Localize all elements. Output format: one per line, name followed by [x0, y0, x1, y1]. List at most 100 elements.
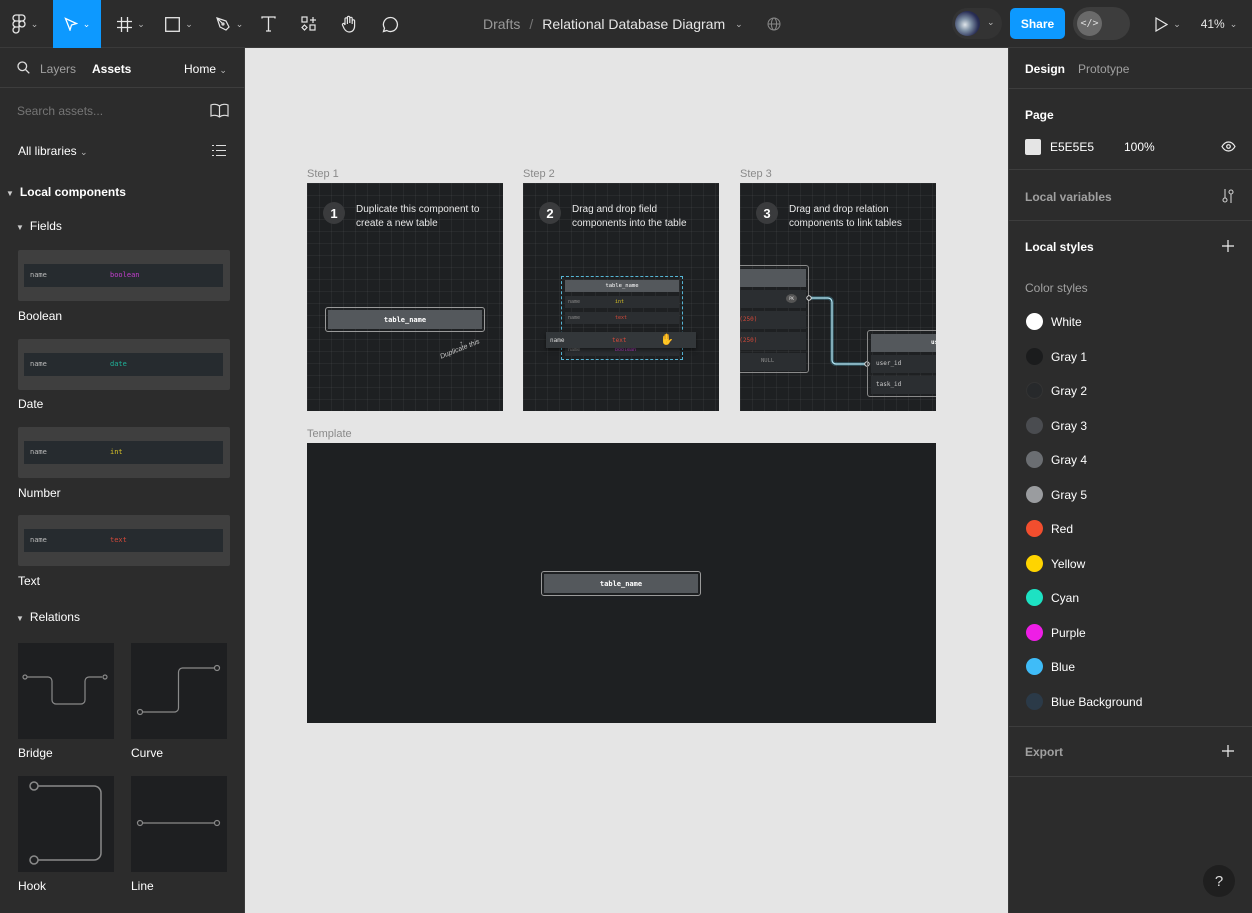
share-button[interactable]: Share — [1010, 8, 1065, 39]
present-button[interactable]: ⌄ — [1148, 0, 1188, 48]
page-selector[interactable]: Home ⌄ — [184, 62, 227, 76]
component-label: Line — [131, 879, 154, 893]
canvas[interactable]: Step 1 1 Duplicate this component to cre… — [245, 48, 1008, 913]
frame-tool-button[interactable]: ⌄ — [110, 0, 152, 48]
color-swatch — [1026, 382, 1043, 399]
table-name: table_name — [328, 310, 482, 329]
file-menu-chevron-icon[interactable]: ⌄ — [735, 19, 743, 30]
move-tool-button[interactable]: ⌄ — [53, 0, 101, 48]
component-label: Bridge — [18, 746, 53, 760]
page-color-swatch[interactable] — [1025, 139, 1041, 155]
eye-icon[interactable] — [1221, 141, 1236, 152]
color-style-blue[interactable]: Blue — [1009, 651, 1252, 685]
dragged-field-row[interactable]: name text ✋ — [546, 332, 696, 348]
breadcrumb-drafts-link[interactable]: Drafts — [483, 16, 520, 32]
page-color-hex[interactable]: E5E5E5 — [1050, 140, 1094, 154]
add-style-plus-icon[interactable] — [1222, 240, 1234, 252]
text-tool-button[interactable] — [254, 0, 282, 48]
globe-icon[interactable] — [767, 17, 781, 31]
frame-label-template[interactable]: Template — [307, 428, 352, 440]
component-text[interactable]: name text — [18, 515, 230, 566]
section-local-components[interactable]: ▼ Local components — [6, 185, 126, 199]
frame-hash-icon — [117, 16, 133, 32]
color-style-gray-3[interactable]: Gray 3 — [1009, 410, 1252, 444]
left-panel-tabs: Layers Assets Home ⌄ — [0, 48, 245, 88]
component-date[interactable]: name date — [18, 339, 230, 390]
field-row-preview: name int — [24, 441, 223, 464]
color-swatch — [1026, 555, 1043, 572]
color-style-yellow[interactable]: Yellow — [1009, 548, 1252, 582]
list-view-icon[interactable] — [212, 144, 226, 157]
tab-assets[interactable]: Assets — [92, 62, 131, 76]
help-button[interactable]: ? — [1203, 865, 1235, 897]
frame-label-step-1[interactable]: Step 1 — [307, 168, 339, 180]
resources-tool-button[interactable] — [295, 0, 323, 48]
pen-tool-icon — [215, 17, 230, 31]
table-component[interactable]: table_name — [325, 307, 485, 332]
export-title[interactable]: Export — [1025, 745, 1063, 759]
add-export-plus-icon[interactable] — [1222, 745, 1234, 757]
search-assets-input[interactable] — [10, 100, 190, 122]
component-bridge[interactable] — [18, 643, 114, 739]
variables-sliders-icon[interactable] — [1221, 188, 1235, 204]
chevron-down-icon: ⌄ — [235, 18, 244, 29]
zoom-level-menu[interactable]: 41% ⌄ — [1194, 0, 1244, 48]
tab-design[interactable]: Design — [1025, 62, 1065, 76]
color-style-gray-4[interactable]: Gray 4 — [1009, 444, 1252, 478]
dev-mode-toggle[interactable]: </> — [1073, 7, 1130, 40]
pen-tool-button[interactable]: ⌄ — [208, 0, 250, 48]
page-section-title: Page — [1025, 108, 1054, 122]
chevron-down-icon: ⌄ — [82, 18, 91, 29]
component-boolean[interactable]: name boolean — [18, 250, 230, 301]
frame-step-2[interactable]: 2 Drag and drop field components into th… — [523, 183, 719, 411]
tab-layers[interactable]: Layers — [40, 62, 76, 76]
color-style-blue-background[interactable]: Blue Background — [1009, 686, 1252, 720]
color-swatch — [1026, 624, 1043, 641]
color-style-gray-1[interactable]: Gray 1 — [1009, 341, 1252, 375]
chevron-down-icon: ⌄ — [137, 18, 145, 29]
comment-tool-button[interactable] — [376, 0, 404, 48]
section-relations[interactable]: ▼ Relations — [16, 610, 80, 624]
color-style-gray-5[interactable]: Gray 5 — [1009, 479, 1252, 513]
component-number[interactable]: name int — [18, 427, 230, 478]
divider — [1009, 220, 1252, 221]
frame-step-1[interactable]: 1 Duplicate this component to create a n… — [307, 183, 503, 411]
avatar — [955, 11, 980, 36]
hand-tool-button[interactable] — [335, 0, 363, 48]
main-menu-button[interactable]: ⌄ — [0, 0, 50, 48]
tab-prototype[interactable]: Prototype — [1078, 62, 1129, 76]
step-number-badge: 2 — [539, 202, 561, 224]
library-book-icon[interactable] — [210, 103, 229, 118]
table-component[interactable]: table_name — [541, 571, 701, 596]
frame-template[interactable]: table_name — [307, 443, 936, 723]
frame-label-step-2[interactable]: Step 2 — [523, 168, 555, 180]
section-fields[interactable]: ▼ Fields — [16, 219, 62, 233]
shape-tool-button[interactable]: ⌄ — [158, 0, 200, 48]
color-swatch — [1026, 313, 1043, 330]
color-style-white[interactable]: White — [1009, 306, 1252, 340]
curve-relation-icon — [136, 664, 221, 716]
user-avatar-menu[interactable]: ⌄ — [952, 8, 1002, 39]
color-style-purple[interactable]: Purple — [1009, 617, 1252, 651]
color-swatch — [1026, 486, 1043, 503]
component-hook[interactable] — [18, 776, 114, 872]
divider — [1009, 726, 1252, 727]
frame-label-step-3[interactable]: Step 3 — [740, 168, 772, 180]
tasks-table[interactable]: us user_id task_id — [867, 330, 936, 397]
component-line[interactable] — [131, 776, 227, 872]
color-style-red[interactable]: Red — [1009, 513, 1252, 547]
frame-step-3[interactable]: 3 Drag and drop relation components to l… — [740, 183, 936, 411]
table-header: us — [871, 334, 936, 352]
grab-hand-cursor-icon: ✋ — [660, 333, 674, 346]
file-title[interactable]: Relational Database Diagram — [542, 16, 725, 32]
library-filter[interactable]: All libraries ⌄ — [18, 144, 88, 158]
local-variables-title[interactable]: Local variables — [1025, 190, 1112, 204]
field-row-preview: name boolean — [24, 264, 223, 287]
search-icon[interactable] — [17, 61, 30, 74]
chevron-down-icon: ⌄ — [185, 18, 193, 29]
color-style-cyan[interactable]: Cyan — [1009, 582, 1252, 616]
component-curve[interactable] — [131, 643, 227, 739]
page-color-opacity[interactable]: 100% — [1124, 140, 1155, 154]
caret-down-icon: ▼ — [16, 614, 24, 623]
color-style-gray-2[interactable]: Gray 2 — [1009, 375, 1252, 409]
